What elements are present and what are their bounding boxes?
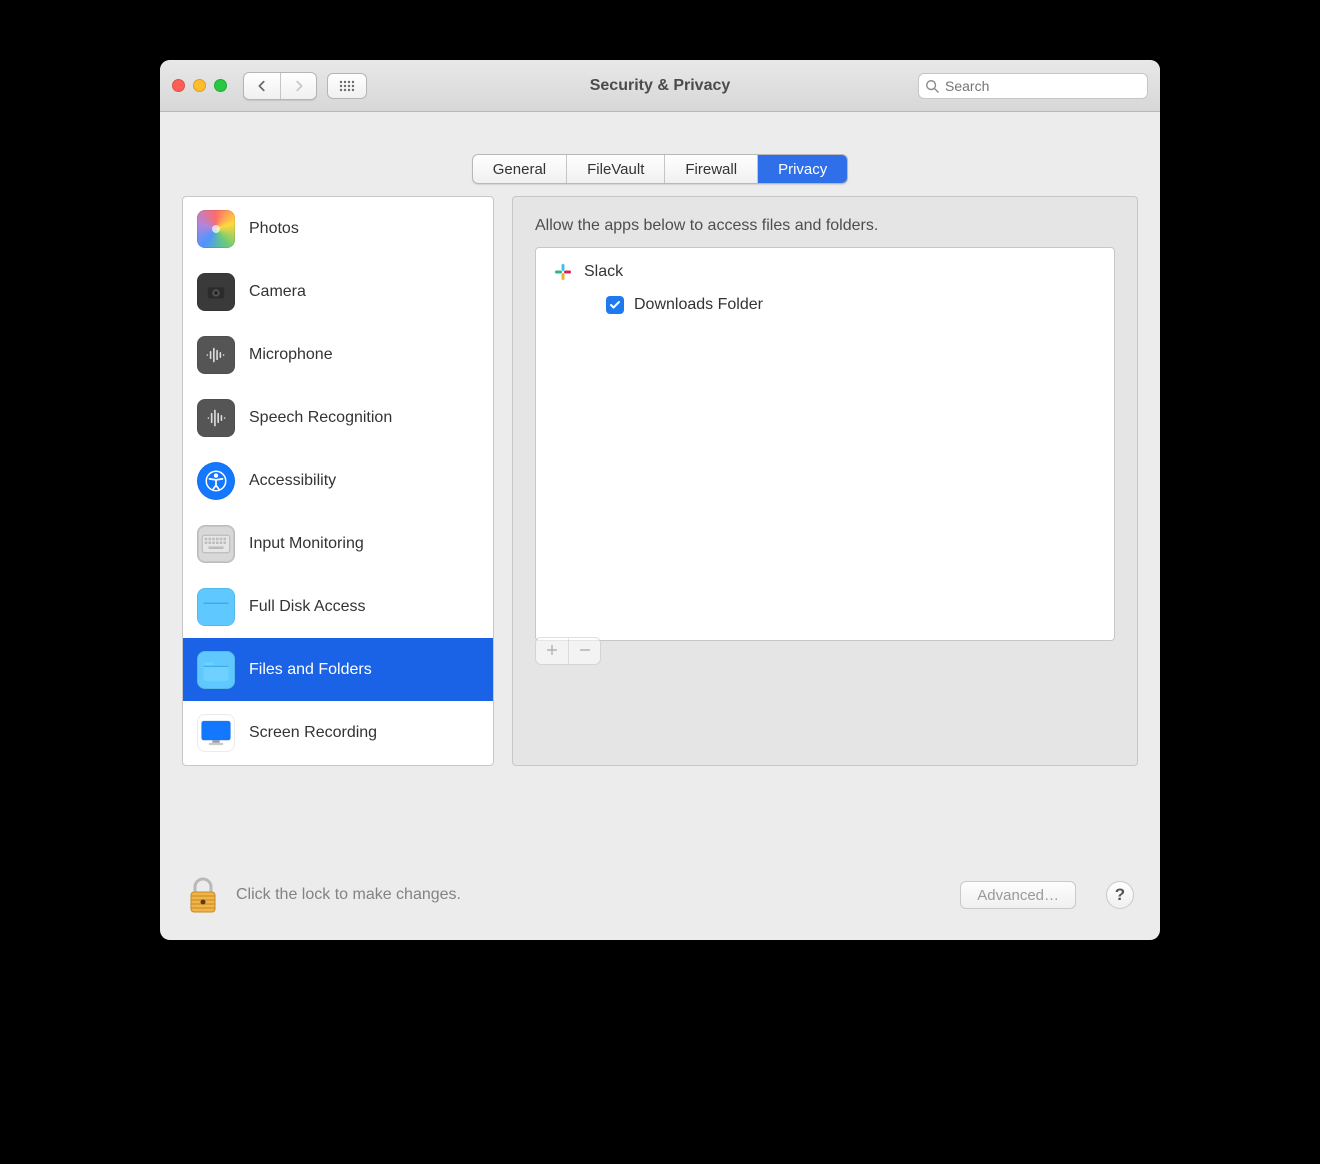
photos-icon [197,210,235,248]
show-all-prefs-button[interactable] [327,73,367,99]
lock-hint-text: Click the lock to make changes. [236,886,461,904]
chevron-right-icon [292,79,306,93]
sidebar-item-label: Files and Folders [249,661,372,679]
sidebar-item-microphone[interactable]: Microphone [183,323,493,386]
checkbox-checked-icon [606,296,624,314]
privacy-category-list[interactable]: Photos Camera Microphone Speech Recognit… [182,196,494,766]
sidebar-item-files-and-folders[interactable]: Files and Folders [183,638,493,701]
entitlement-label: Downloads Folder [634,296,763,314]
grid-icon [339,80,355,92]
folder-icon [197,588,235,626]
sidebar-item-label: Accessibility [249,472,336,490]
nav-back-forward [243,72,317,100]
microphone-icon [197,336,235,374]
sidebar-item-label: Photos [249,220,299,238]
sidebar-item-photos[interactable]: Photos [183,197,493,260]
zoom-window-button[interactable] [214,79,227,92]
tab-general[interactable]: General [473,155,566,183]
plus-icon [545,643,559,657]
detail-heading: Allow the apps below to access files and… [535,217,1115,235]
advanced-button[interactable]: Advanced… [960,881,1076,909]
search-icon [925,79,939,93]
footer: Click the lock to make changes. Advanced… [160,850,1160,940]
apps-permissions-box: Slack Downloads Folder [535,247,1115,641]
search-field[interactable] [918,73,1148,99]
sidebar-item-camera[interactable]: Camera [183,260,493,323]
app-name: Slack [584,263,623,281]
slack-app-icon [552,261,574,283]
tab-privacy[interactable]: Privacy [757,155,847,183]
tab-strip: General FileVault Firewall Privacy [472,154,849,184]
app-row-slack[interactable]: Slack [548,258,1102,286]
sidebar-item-label: Microphone [249,346,333,364]
close-window-button[interactable] [172,79,185,92]
preferences-window: Security & Privacy General FileVault Fir… [160,60,1160,940]
camera-icon [197,273,235,311]
keyboard-icon [197,525,235,563]
add-button[interactable] [536,638,568,664]
sidebar-item-label: Input Monitoring [249,535,364,553]
sidebar-item-input-monitoring[interactable]: Input Monitoring [183,512,493,575]
sidebar-item-screen-recording[interactable]: Screen Recording [183,701,493,764]
add-remove-buttons [535,637,601,665]
sidebar-item-label: Screen Recording [249,724,377,742]
display-icon [197,714,235,752]
window-controls [172,79,227,92]
minus-icon [578,643,592,657]
back-button[interactable] [244,73,280,99]
lock-button[interactable] [186,875,220,915]
sidebar-item-speech[interactable]: Speech Recognition [183,386,493,449]
content-area: Photos Camera Microphone Speech Recognit… [182,196,1138,850]
sidebar-item-label: Camera [249,283,306,301]
tabs-row: General FileVault Firewall Privacy [160,112,1160,184]
sidebar-item-full-disk-access[interactable]: Full Disk Access [183,575,493,638]
help-button[interactable]: ? [1106,881,1134,909]
tab-filevault[interactable]: FileVault [566,155,664,183]
titlebar: Security & Privacy [160,60,1160,112]
forward-button[interactable] [280,73,316,99]
tab-firewall[interactable]: Firewall [664,155,757,183]
entitlement-downloads-folder[interactable]: Downloads Folder [606,296,1102,314]
minimize-window-button[interactable] [193,79,206,92]
sidebar-item-label: Speech Recognition [249,409,392,427]
sidebar-item-label: Full Disk Access [249,598,365,616]
folder-icon [197,651,235,689]
accessibility-icon [197,462,235,500]
remove-button[interactable] [568,638,600,664]
detail-pane: Allow the apps below to access files and… [512,196,1138,766]
search-input[interactable] [945,78,1139,94]
speech-icon [197,399,235,437]
lock-icon [186,875,220,915]
chevron-left-icon [255,79,269,93]
sidebar-item-accessibility[interactable]: Accessibility [183,449,493,512]
